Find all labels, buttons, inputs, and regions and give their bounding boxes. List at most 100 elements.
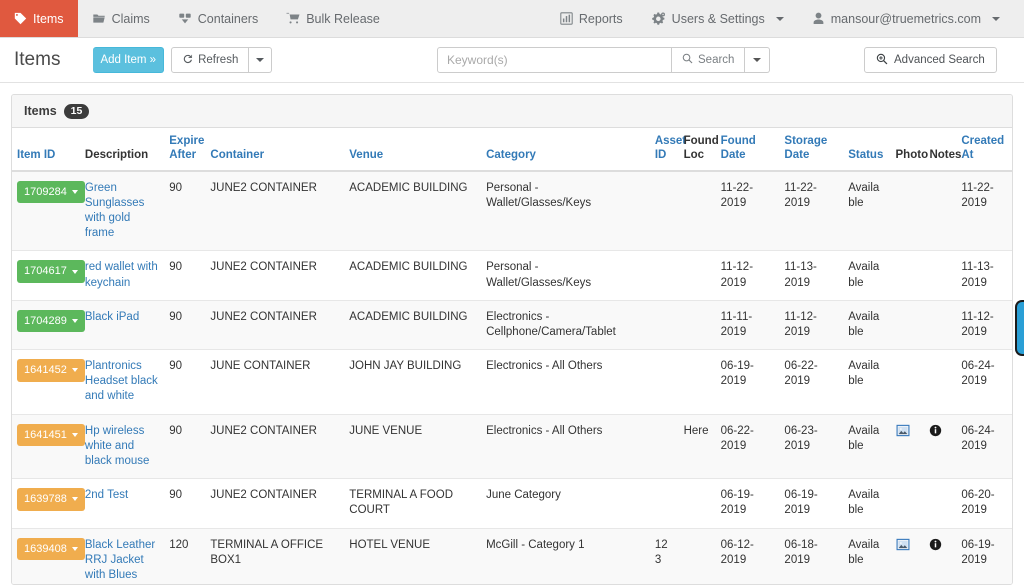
cell-venue: HOTEL VENUE [344, 528, 482, 584]
description-link[interactable]: Black Leather RRJ Jacket with Blues Clue… [85, 539, 155, 585]
add-item-button[interactable]: Add Item » [93, 47, 165, 73]
photo-icon[interactable] [896, 424, 910, 442]
items-panel: Items 15 Item ID Description Expire Afte… [11, 94, 1013, 585]
col-description: Description [79, 128, 165, 172]
nav-right-group: Reports Users & Settings mansour@truemet… [546, 0, 1024, 37]
cell-description[interactable]: red wallet with keychain [79, 250, 165, 301]
cell-category: McGill - Category 1 [481, 528, 650, 584]
col-container[interactable]: Container [205, 128, 345, 172]
cell-storage-date: 06-22-2019 [779, 349, 844, 415]
table-row: 1641451 Hp wireless white and black mouse… [12, 414, 1012, 480]
description-link[interactable]: 2nd Test [85, 489, 128, 501]
nav-user-account[interactable]: mansour@truemetrics.com [798, 0, 1014, 37]
col-asset-id[interactable]: Asset ID [649, 128, 686, 172]
photo-icon[interactable] [896, 538, 910, 556]
nav-tab-bulk-release-label: Bulk Release [306, 11, 380, 26]
cell-description[interactable]: Green Sunglasses with gold frame [79, 170, 165, 252]
cell-photo[interactable] [890, 414, 925, 480]
cell-found-date: 11-22-2019 [715, 170, 780, 252]
col-created-at[interactable]: Created At [956, 128, 1012, 172]
search-input[interactable] [437, 47, 672, 73]
cell-venue: ACADEMIC BUILDING [344, 250, 482, 301]
cell-notes [924, 349, 957, 415]
cell-found-date: 06-19-2019 [715, 349, 780, 415]
item-id-badge[interactable]: 1704289 [17, 309, 85, 333]
info-circle-icon[interactable] [929, 424, 942, 442]
item-id-badge[interactable]: 1639788 [17, 488, 85, 511]
cell-item-id[interactable]: 1641451 [12, 414, 85, 480]
advanced-search-button[interactable]: Advanced Search [864, 47, 997, 73]
nav-tab-claims[interactable]: Claims [78, 0, 164, 37]
chevron-down-icon [71, 368, 78, 373]
cell-created-at: 06-24-2019 [956, 414, 1012, 480]
item-id-badge[interactable]: 1704617 [17, 260, 85, 283]
nav-reports[interactable]: Reports [546, 0, 637, 37]
container-icon [178, 12, 192, 25]
cell-description[interactable]: Plantronics Headset black and white [79, 349, 165, 415]
nav-tab-bulk-release[interactable]: Bulk Release [272, 0, 394, 37]
tag-icon [14, 12, 27, 25]
search-icon [682, 53, 693, 67]
description-link[interactable]: Hp wireless white and black mouse [85, 425, 150, 467]
cell-description[interactable]: Black Leather RRJ Jacket with Blues Clue… [79, 528, 165, 585]
col-status[interactable]: Status [843, 128, 891, 172]
cell-created-at: 06-24-2019 [956, 349, 1012, 415]
chevron-down-icon [71, 546, 78, 551]
cell-photo[interactable] [890, 528, 925, 584]
cell-notes[interactable] [924, 414, 957, 480]
description-link[interactable]: Plantronics Headset black and white [85, 360, 158, 402]
col-storage-date[interactable]: Storage Date [779, 128, 844, 172]
cell-venue: ACADEMIC BUILDING [344, 300, 482, 351]
nav-tab-claims-label: Claims [111, 11, 150, 26]
search-button-label: Search [698, 54, 735, 66]
item-id-badge[interactable]: 1641451 [17, 423, 85, 447]
cell-item-id[interactable]: 1704289 [12, 300, 85, 351]
nav-tab-items[interactable]: Items [0, 0, 78, 37]
cell-venue: TERMINAL A FOOD COURT [344, 478, 482, 529]
nav-users-settings[interactable]: Users & Settings [637, 0, 798, 37]
cell-status: Available [843, 250, 891, 301]
search-button[interactable]: Search [672, 47, 746, 73]
cell-photo [890, 250, 925, 301]
cell-notes[interactable] [924, 528, 957, 584]
col-expire-after[interactable]: Expire After [164, 128, 206, 172]
refresh-dropdown-toggle[interactable] [249, 47, 273, 73]
cell-asset-id [649, 250, 679, 301]
cell-item-id[interactable]: 1639408 [12, 528, 85, 584]
cell-expire-after: 90 [164, 349, 206, 415]
col-item-id[interactable]: Item ID [12, 128, 80, 172]
item-id-badge[interactable]: 1641452 [17, 359, 85, 382]
table-row: 1709284 Green Sunglasses with gold frame 9… [12, 170, 1012, 252]
chevron-down-icon [71, 319, 78, 324]
cell-item-id[interactable]: 1704617 [12, 250, 85, 301]
refresh-button[interactable]: Refresh [171, 47, 250, 73]
col-venue[interactable]: Venue [344, 128, 482, 172]
cell-description[interactable]: Hp wireless white and black mouse [79, 414, 165, 480]
cell-notes [924, 300, 957, 351]
col-category[interactable]: Category [481, 128, 650, 172]
cell-created-at: 06-19-2019 [956, 528, 1012, 584]
cell-found-date: 06-12-2019 [715, 528, 780, 584]
info-circle-icon[interactable] [929, 538, 942, 556]
col-found-date[interactable]: Found Date [715, 128, 780, 172]
refresh-button-label: Refresh [198, 54, 239, 66]
chevron-down-icon [71, 269, 78, 274]
search-dropdown-toggle[interactable] [745, 47, 771, 73]
chevron-down-icon [71, 432, 78, 437]
cell-description[interactable]: Black iPad [79, 300, 165, 351]
description-link[interactable]: Green Sunglasses with gold frame [85, 182, 144, 240]
cell-description[interactable]: 2nd Test [79, 478, 165, 529]
cell-item-id[interactable]: 1709284 [12, 170, 85, 252]
item-id-badge[interactable]: 1639408 [17, 537, 85, 561]
nav-tab-containers-label: Containers [197, 11, 259, 26]
description-link[interactable]: red wallet with keychain [85, 261, 158, 288]
description-link[interactable]: Black iPad [85, 311, 139, 323]
cell-container: JUNE2 CONTAINER [205, 250, 345, 301]
feedback-tab[interactable] [1015, 300, 1024, 356]
cell-item-id[interactable]: 1641452 [12, 349, 85, 415]
nav-tab-containers[interactable]: Containers [164, 0, 272, 37]
cell-item-id[interactable]: 1639788 [12, 478, 85, 529]
cell-category: Electronics - All Others [481, 414, 650, 480]
item-id-badge[interactable]: 1709284 [17, 180, 85, 204]
cell-venue: JUNE VENUE [344, 414, 482, 480]
